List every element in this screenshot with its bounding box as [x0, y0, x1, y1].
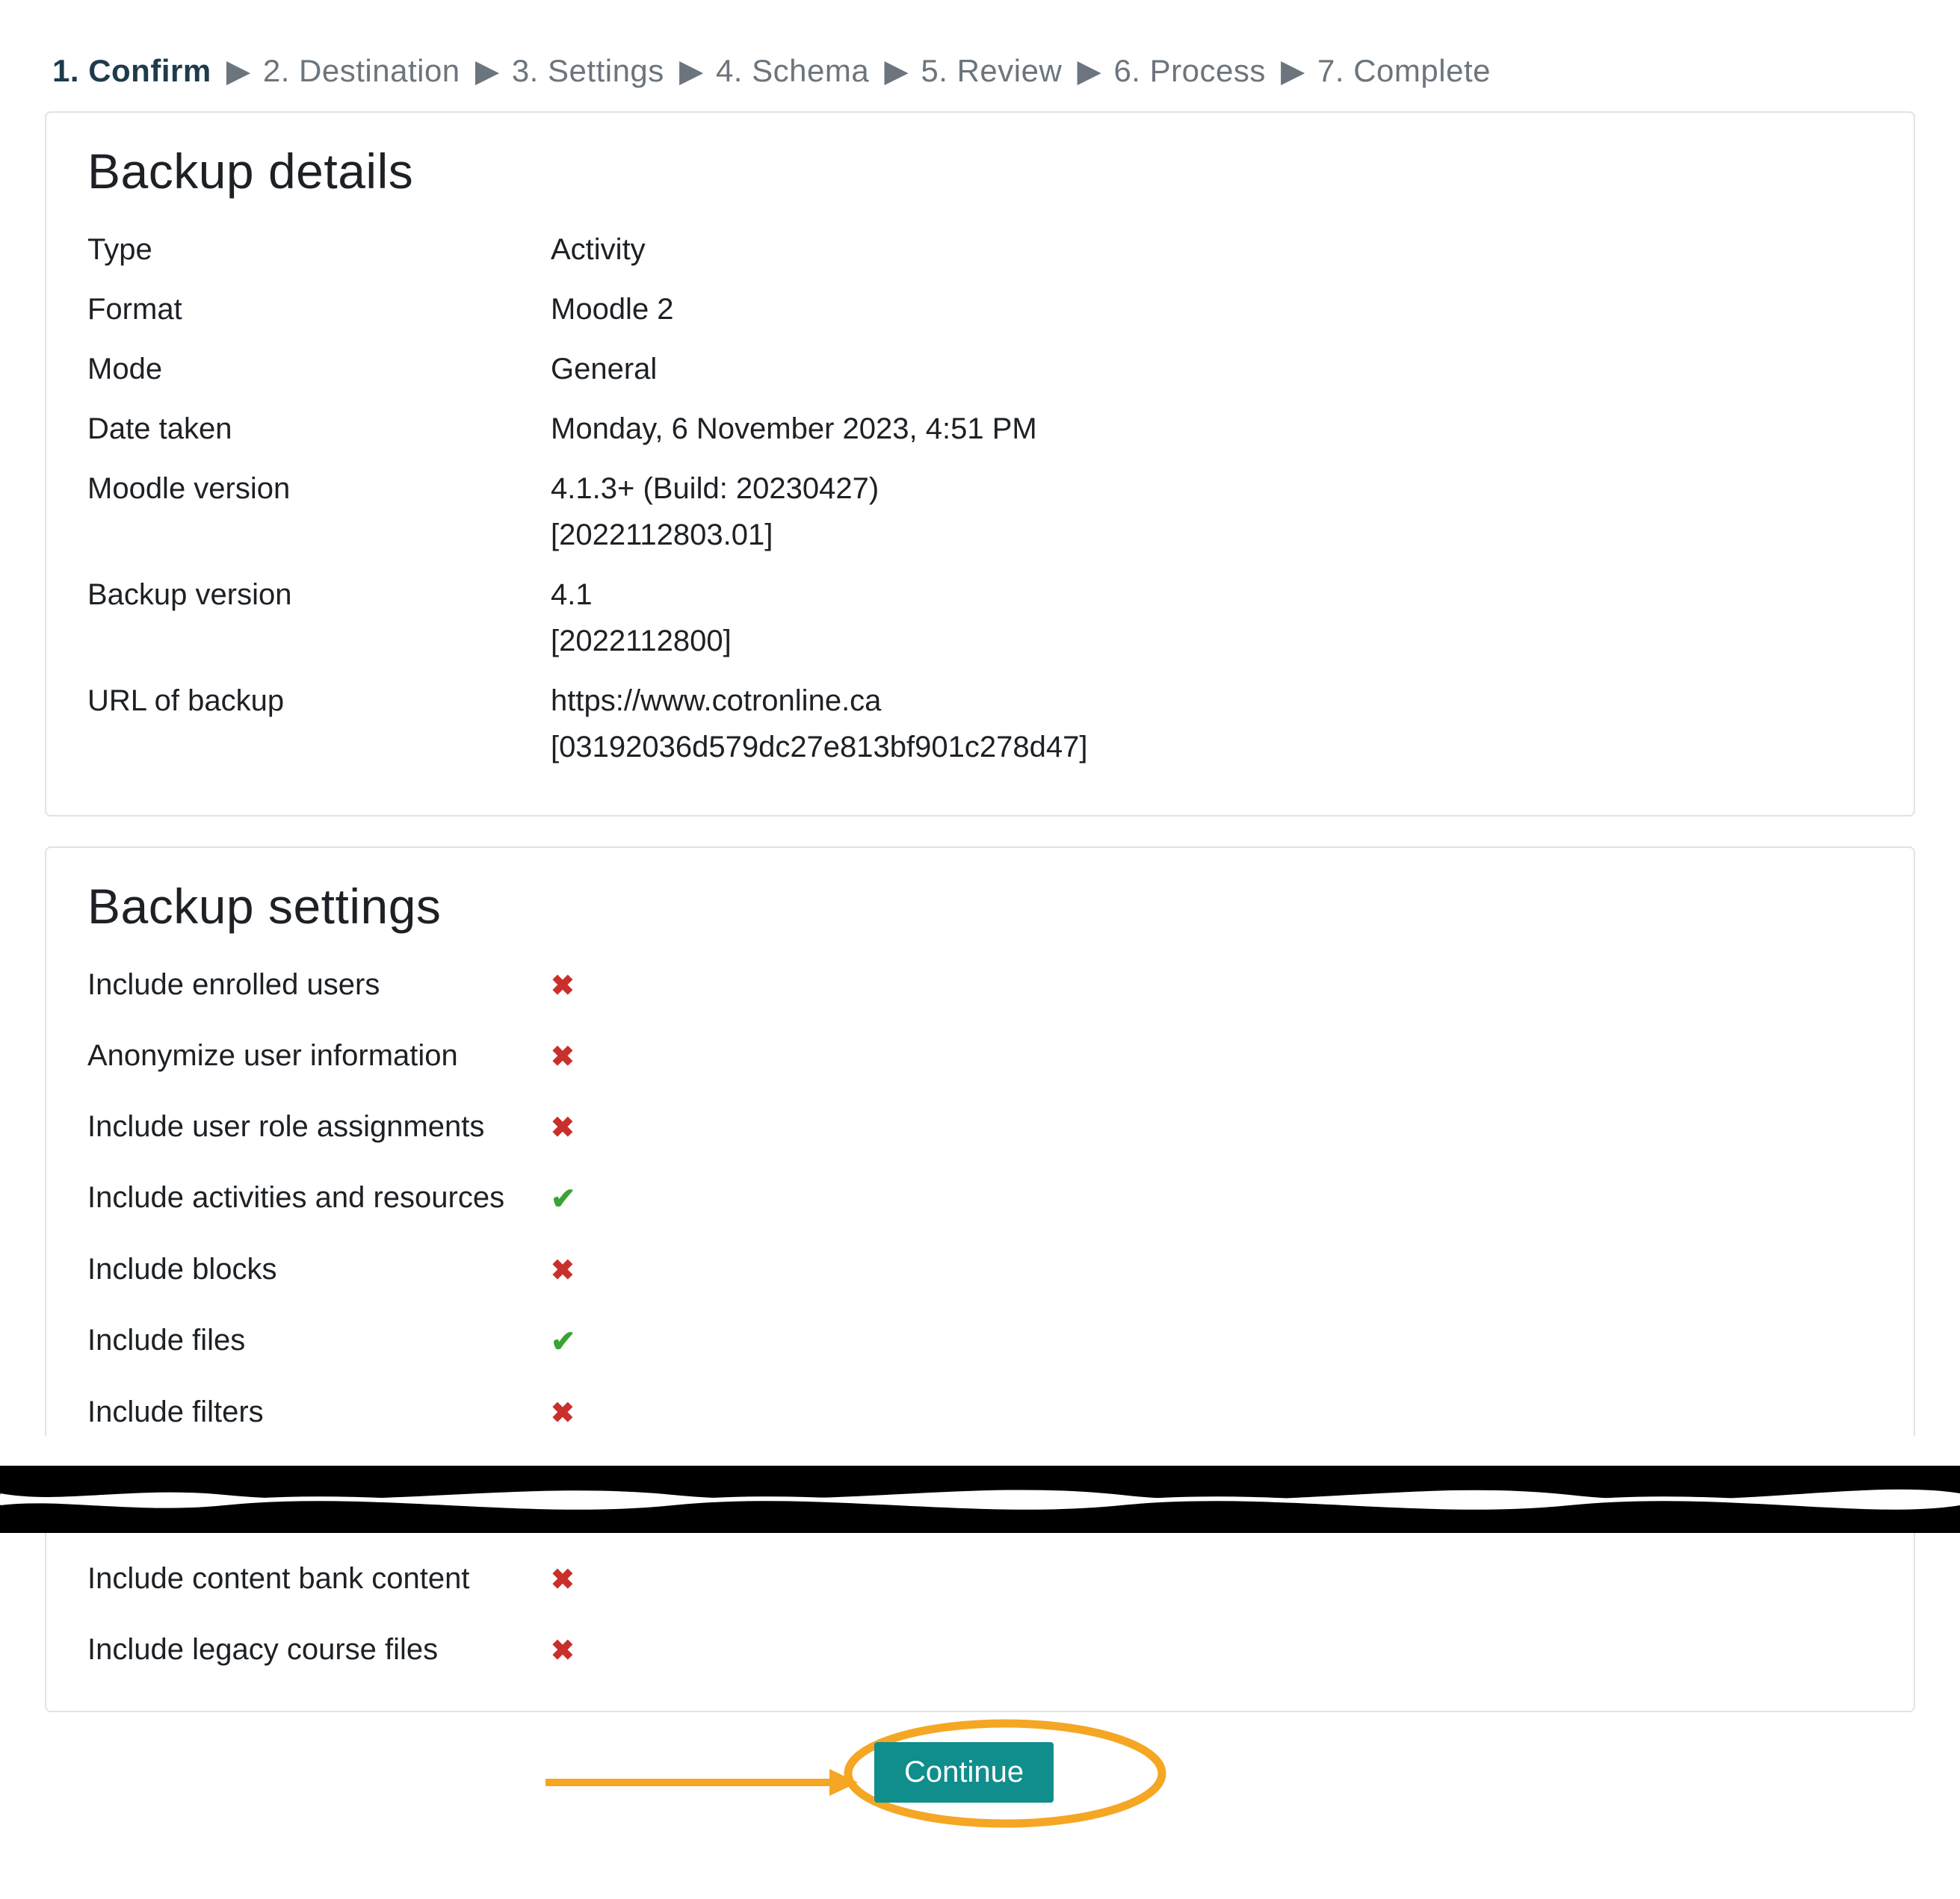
- x-icon: ✖: [551, 1629, 575, 1673]
- detail-label: Date taken: [87, 406, 551, 452]
- wizard-step-3[interactable]: 3. Settings: [512, 53, 664, 88]
- chevron-right-icon: ▶: [1077, 53, 1101, 88]
- wizard-steps: 1. Confirm ▶ 2. Destination ▶ 3. Setting…: [52, 52, 1915, 89]
- backup-details-card: Backup details Type Activity Format Mood…: [45, 111, 1915, 817]
- setting-label: Include legacy course files: [87, 1626, 551, 1673]
- setting-row: Include files ✔: [87, 1317, 1873, 1365]
- detail-row: Type Activity: [87, 226, 1873, 273]
- x-icon: ✖: [551, 1035, 575, 1079]
- detail-row: Date taken Monday, 6 November 2023, 4:51…: [87, 406, 1873, 452]
- continue-button[interactable]: Continue: [874, 1742, 1054, 1803]
- wizard-step-2[interactable]: 2. Destination: [263, 53, 460, 88]
- detail-row: Moodle version 4.1.3+ (Build: 20230427) …: [87, 465, 1873, 558]
- detail-value: https://www.cotronline.ca [03192036d579d…: [551, 678, 1873, 770]
- detail-label: URL of backup: [87, 678, 551, 724]
- setting-row: Include activities and resources ✔: [87, 1174, 1873, 1222]
- wizard-step-1[interactable]: 1. Confirm: [52, 53, 211, 88]
- x-icon: ✖: [551, 1392, 575, 1436]
- x-icon: ✖: [551, 1106, 575, 1150]
- x-icon: ✖: [551, 1558, 575, 1602]
- detail-label: Backup version: [87, 571, 551, 618]
- setting-label: Include activities and resources: [87, 1174, 551, 1221]
- chevron-right-icon: ▶: [475, 53, 500, 88]
- detail-label: Format: [87, 286, 551, 332]
- setting-label: Include content bank content: [87, 1555, 551, 1602]
- detail-row: Mode General: [87, 346, 1873, 392]
- detail-row: URL of backup https://www.cotronline.ca …: [87, 678, 1873, 770]
- detail-value: General: [551, 346, 1873, 392]
- action-row: Continue: [45, 1742, 1915, 1854]
- wizard-step-4[interactable]: 4. Schema: [716, 53, 869, 88]
- detail-value: 4.1 [2022112800]: [551, 571, 1873, 664]
- detail-value: Moodle 2: [551, 286, 1873, 332]
- detail-label: Moodle version: [87, 465, 551, 512]
- chevron-right-icon: ▶: [226, 53, 251, 88]
- setting-row: Include user role assignments ✖: [87, 1103, 1873, 1150]
- content-elision-tear: [0, 1466, 1960, 1533]
- chevron-right-icon: ▶: [1281, 53, 1305, 88]
- backup-settings-card-bottom: Include content bank content ✖ Include l…: [45, 1533, 1915, 1712]
- setting-label: Include files: [87, 1317, 551, 1363]
- setting-label: Include blocks: [87, 1246, 551, 1292]
- wizard-step-5[interactable]: 5. Review: [921, 53, 1062, 88]
- chevron-right-icon: ▶: [884, 53, 909, 88]
- wizard-step-6[interactable]: 6. Process: [1113, 53, 1265, 88]
- check-icon: ✔: [551, 1176, 576, 1222]
- setting-label: Include filters: [87, 1389, 551, 1435]
- setting-label: Include user role assignments: [87, 1103, 551, 1150]
- setting-label: Include enrolled users: [87, 961, 551, 1008]
- setting-row: Include legacy course files ✖: [87, 1626, 1873, 1673]
- arrow-right-highlight-icon: [545, 1766, 859, 1799]
- backup-settings-card: Backup settings Include enrolled users ✖…: [45, 846, 1915, 1436]
- setting-row: Include content bank content ✖: [87, 1555, 1873, 1602]
- detail-label: Type: [87, 226, 551, 273]
- check-icon: ✔: [551, 1319, 576, 1365]
- setting-row: Include enrolled users ✖: [87, 961, 1873, 1009]
- setting-row: Include filters ✖: [87, 1389, 1873, 1436]
- backup-details-heading: Backup details: [87, 143, 1873, 199]
- detail-row: Format Moodle 2: [87, 286, 1873, 332]
- setting-row: Anonymize user information ✖: [87, 1032, 1873, 1079]
- detail-value: Monday, 6 November 2023, 4:51 PM: [551, 406, 1873, 452]
- wizard-step-7[interactable]: 7. Complete: [1317, 53, 1491, 88]
- detail-label: Mode: [87, 346, 551, 392]
- setting-row: Include blocks ✖: [87, 1246, 1873, 1293]
- detail-value: Activity: [551, 226, 1873, 273]
- chevron-right-icon: ▶: [679, 53, 704, 88]
- detail-value: 4.1.3+ (Build: 20230427) [2022112803.01]: [551, 465, 1873, 558]
- x-icon: ✖: [551, 964, 575, 1009]
- backup-settings-heading: Backup settings: [87, 878, 1873, 935]
- x-icon: ✖: [551, 1249, 575, 1293]
- setting-label: Anonymize user information: [87, 1032, 551, 1079]
- detail-row: Backup version 4.1 [2022112800]: [87, 571, 1873, 664]
